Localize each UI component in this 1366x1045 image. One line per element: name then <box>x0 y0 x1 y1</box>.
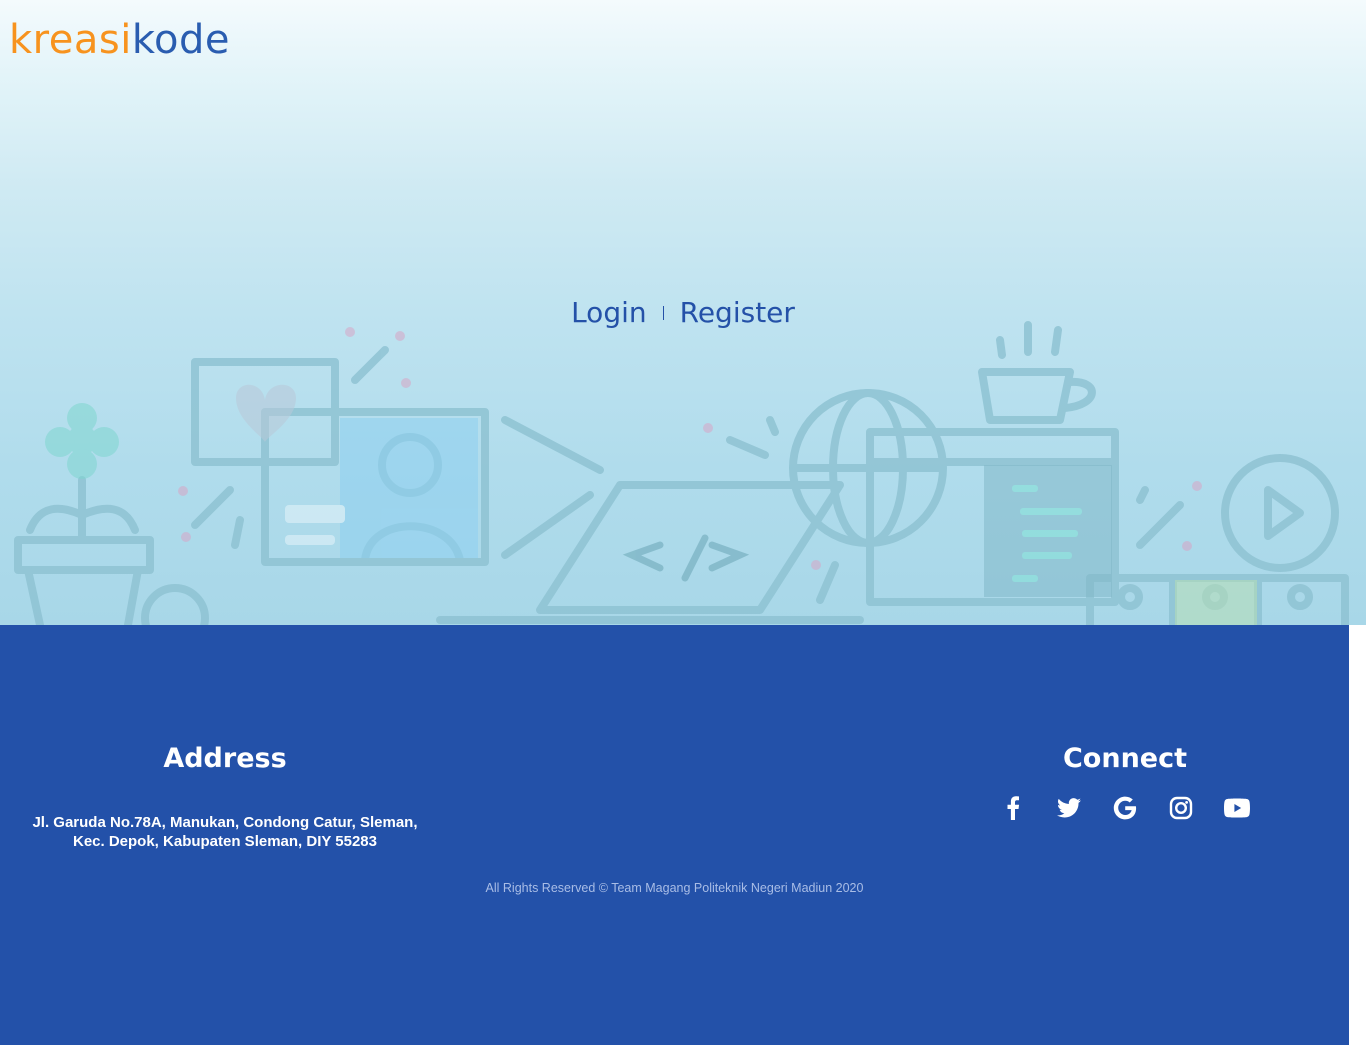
connect-heading: Connect <box>1062 743 1188 774</box>
brand-logo[interactable]: kreasikode <box>9 14 230 66</box>
auth-separator <box>662 306 664 320</box>
facebook-icon[interactable] <box>1000 795 1026 821</box>
address-line-2: Kec. Depok, Kabupaten Sleman, DIY 55283 <box>72 833 377 850</box>
copyright-text: All Rights Reserved © Team Magang Polite… <box>485 881 864 895</box>
address-line-1: Jl. Garuda No.78A, Manukan, Condong Catu… <box>32 814 418 831</box>
footer: Address Jl. Garuda No.78A, Manukan, Cond… <box>0 625 1349 1045</box>
google-icon[interactable] <box>1112 795 1138 821</box>
instagram-icon[interactable] <box>1168 795 1194 821</box>
twitter-icon[interactable] <box>1056 795 1082 821</box>
youtube-icon[interactable] <box>1224 795 1250 821</box>
auth-links: Login Register <box>0 292 1366 334</box>
footer-connect-section: Connect <box>975 739 1275 821</box>
brand-logo-part2: kode <box>131 17 231 63</box>
footer-address-section: Address Jl. Garuda No.78A, Manukan, Cond… <box>10 739 440 851</box>
login-link[interactable]: Login <box>571 296 647 329</box>
social-links <box>975 795 1275 821</box>
register-link[interactable]: Register <box>680 296 795 329</box>
address-heading: Address <box>163 743 287 774</box>
address-text: Jl. Garuda No.78A, Manukan, Condong Catu… <box>10 813 440 851</box>
hero-section: kreasikode Login Register <box>0 0 1366 625</box>
brand-logo-part1: kreasi <box>9 17 132 63</box>
